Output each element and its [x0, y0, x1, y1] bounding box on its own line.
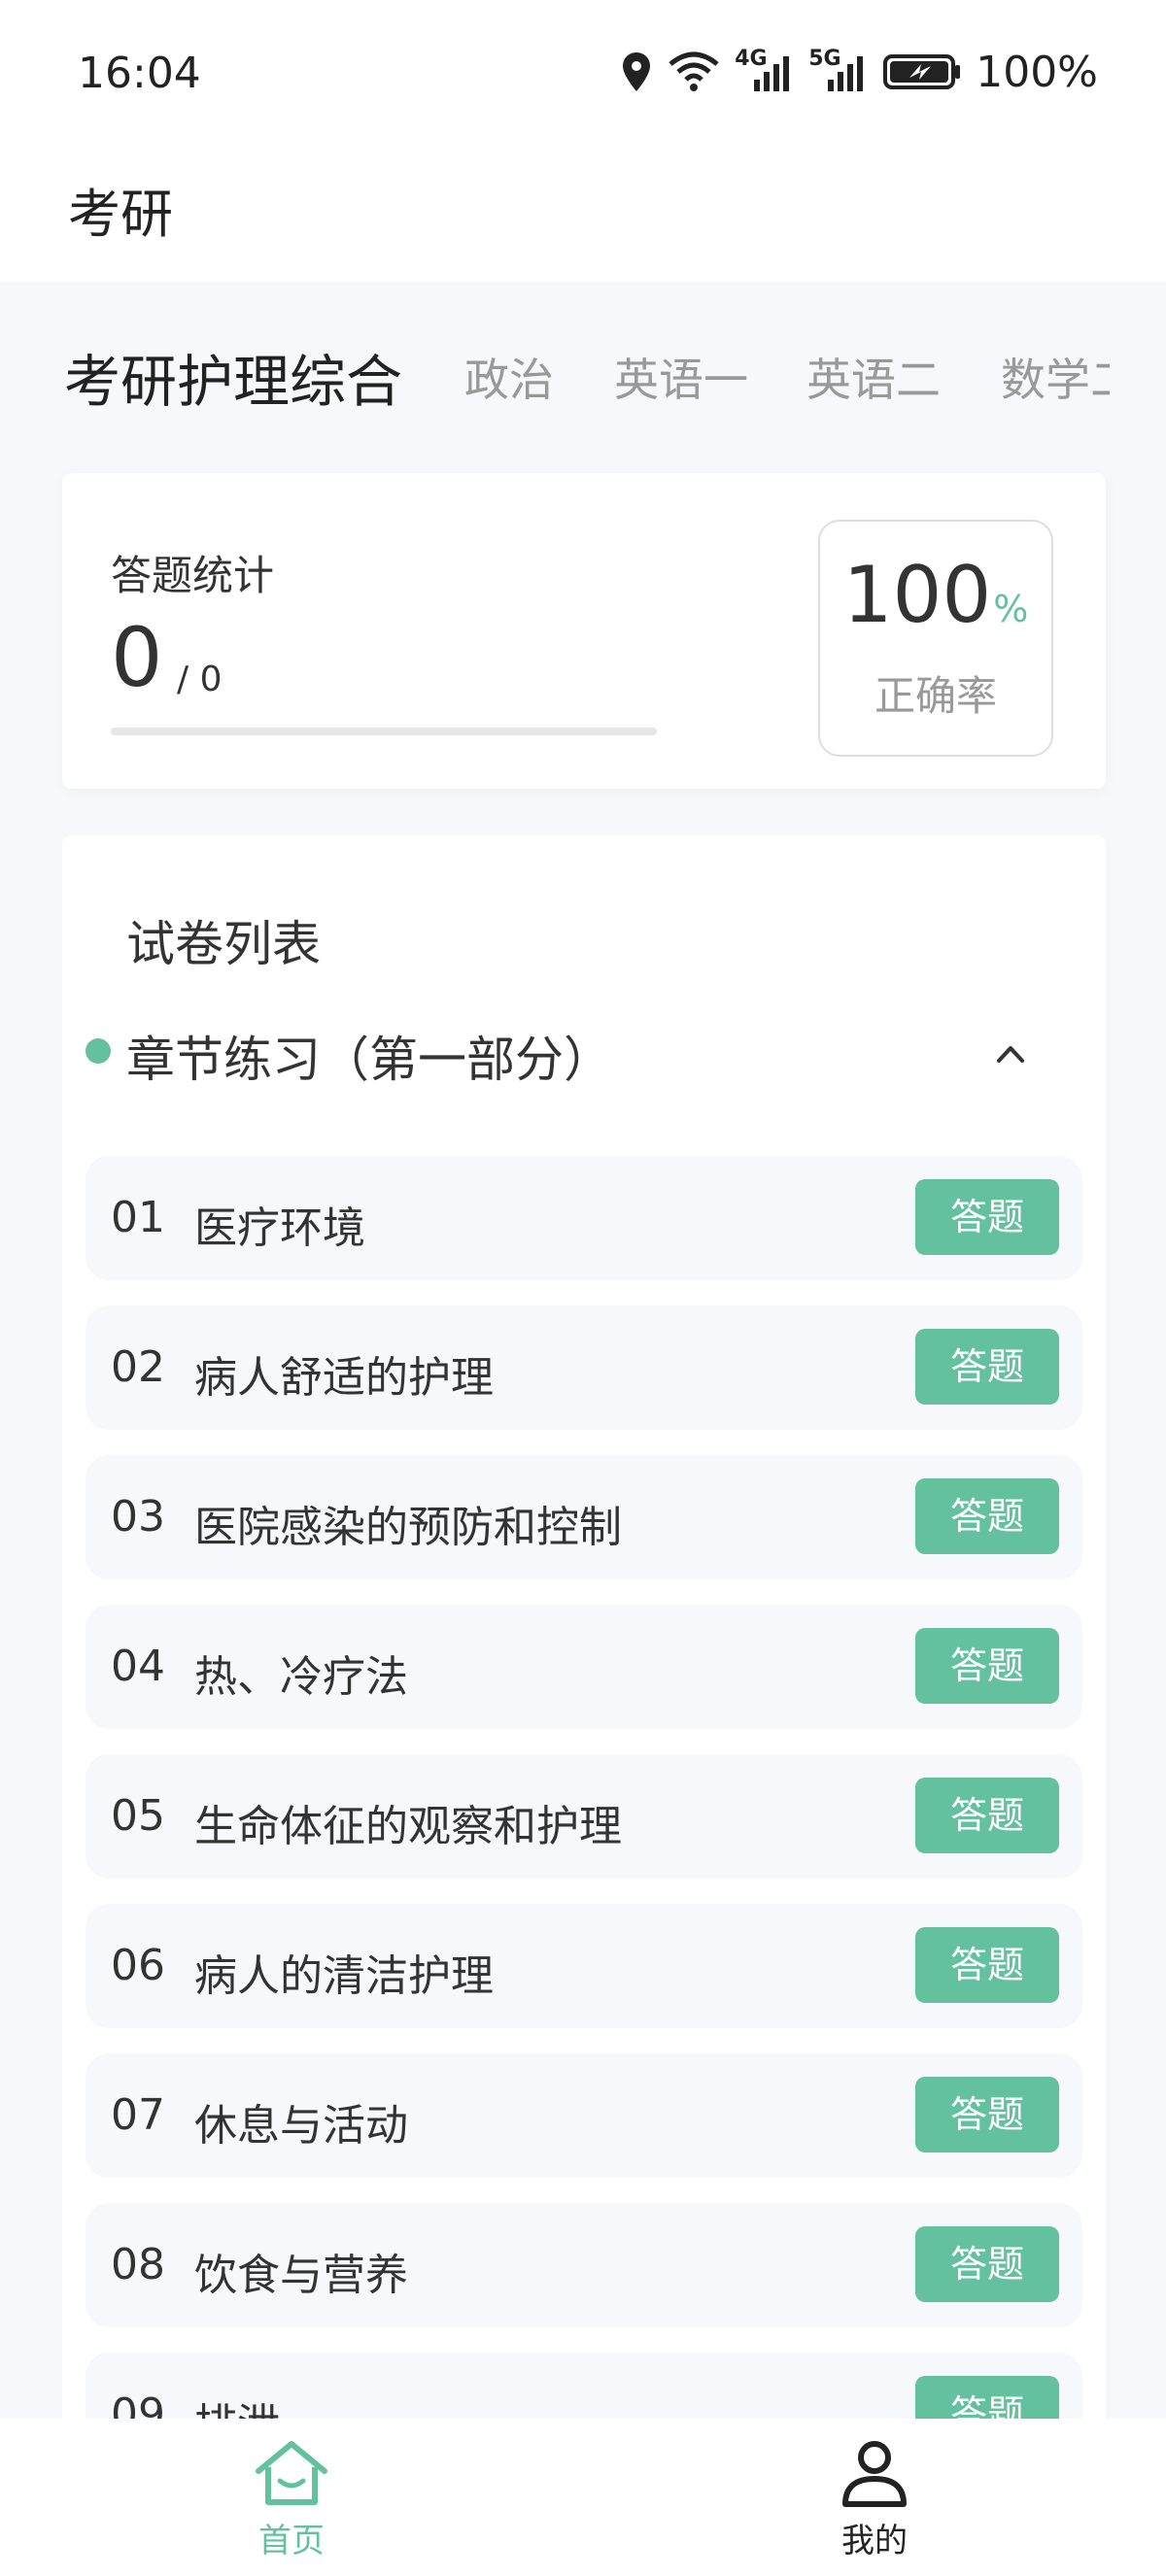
signal-4g-icon: 4G	[735, 47, 795, 93]
paper-list-title: 试卷列表	[126, 916, 321, 972]
chapter-name: 医疗环境	[194, 1203, 365, 1253]
chapter-item[interactable]: 02 病人舒适的护理 答题	[86, 1305, 1082, 1430]
tab-math-2[interactable]: 数学二	[1001, 345, 1110, 409]
signal-5g-icon: 5G	[808, 47, 869, 93]
chapter-item[interactable]: 01 医疗环境 答题	[86, 1156, 1082, 1280]
accuracy-box: 100% 正确率	[818, 520, 1053, 757]
status-icons: 4G 5G 100%	[620, 43, 1098, 101]
section-header[interactable]: 章节练习（第一部分）	[86, 1005, 1082, 1102]
network-4g-label: 4G	[735, 47, 768, 71]
stats-card: 答题统计 0 / 0 100% 正确率	[62, 473, 1106, 789]
total-count: / 0	[177, 660, 223, 699]
chapter-number: 02	[111, 1342, 165, 1392]
answer-button[interactable]: 答题	[915, 1179, 1059, 1255]
location-icon	[620, 51, 653, 93]
accuracy-value: 100%	[820, 557, 1051, 634]
chevron-up-icon[interactable]	[991, 1034, 1030, 1073]
chapter-number: 03	[111, 1492, 165, 1542]
answer-button[interactable]: 答题	[915, 1927, 1059, 2003]
tab-politics[interactable]: 政治	[464, 345, 554, 409]
chapter-name: 饮食与营养	[194, 2251, 408, 2300]
battery-percentage: 100%	[976, 47, 1098, 97]
chapter-name: 生命体征的观察和护理	[194, 1802, 622, 1851]
network-5g-label: 5G	[808, 47, 841, 71]
status-bar: 16:04 4G 5G 100%	[0, 0, 1166, 146]
chapter-item[interactable]: 07 休息与活动 答题	[86, 2053, 1082, 2178]
section-title: 章节练习（第一部分）	[126, 1032, 612, 1088]
answer-button[interactable]: 答题	[915, 2077, 1059, 2152]
home-icon	[194, 2438, 389, 2512]
page-title: 考研	[68, 184, 173, 245]
accuracy-unit: %	[993, 588, 1029, 630]
chapter-list: 01 医疗环境 答题 02 病人舒适的护理 答题 03 医院感染的预防和控制 答…	[86, 1156, 1082, 2502]
answer-button[interactable]: 答题	[915, 1329, 1059, 1405]
chapter-number: 06	[111, 1941, 165, 1990]
stats-label: 答题统计	[111, 552, 275, 599]
chapter-name: 病人舒适的护理	[194, 1353, 494, 1403]
section-dot	[86, 1038, 111, 1064]
answer-button[interactable]: 答题	[915, 1478, 1059, 1554]
chapter-number: 05	[111, 1791, 165, 1841]
answer-button[interactable]: 答题	[915, 1778, 1059, 1853]
chapter-number: 04	[111, 1642, 165, 1691]
chapter-item[interactable]: 05 生命体征的观察和护理 答题	[86, 1754, 1082, 1879]
answer-button[interactable]: 答题	[915, 2226, 1059, 2302]
chapter-name: 热、冷疗法	[194, 1652, 408, 1702]
chapter-item[interactable]: 04 热、冷疗法 答题	[86, 1605, 1082, 1729]
nav-home-label: 首页	[258, 2522, 325, 2560]
subject-tabs: 考研护理综合 政治 英语一 英语二 数学二	[0, 282, 1166, 476]
paper-list-panel: 试卷列表 章节练习（第一部分） 01 医疗环境 答题 02 病人舒适的护理 答题…	[62, 835, 1106, 2576]
chapter-number: 01	[111, 1193, 165, 1242]
app-header: 考研	[0, 146, 1166, 282]
chapter-item[interactable]: 08 饮食与营养 答题	[86, 2203, 1082, 2327]
progress-bar	[111, 728, 657, 735]
chapter-name: 休息与活动	[194, 2101, 408, 2151]
answer-button[interactable]: 答题	[915, 1628, 1059, 1704]
nav-mine[interactable]: 我的	[777, 2438, 972, 2561]
tab-english-2[interactable]: 英语二	[806, 345, 941, 409]
chapter-number: 08	[111, 2240, 165, 2289]
bottom-nav: 首页 我的	[0, 2419, 1166, 2576]
accuracy-label: 正确率	[874, 672, 997, 720]
battery-icon	[882, 51, 962, 93]
chapter-name: 病人的清洁护理	[194, 1951, 494, 2001]
accuracy-number: 100	[842, 550, 992, 640]
tab-english-1[interactable]: 英语一	[614, 345, 748, 409]
nav-mine-label: 我的	[841, 2522, 908, 2560]
tab-nursing[interactable]: 考研护理综合	[64, 336, 402, 418]
user-icon	[777, 2438, 972, 2512]
answered-count: 0	[111, 610, 163, 705]
wifi-icon	[667, 51, 721, 93]
status-time: 16:04	[78, 49, 201, 98]
chapter-item[interactable]: 06 病人的清洁护理 答题	[86, 1904, 1082, 2028]
nav-home[interactable]: 首页	[194, 2438, 389, 2561]
chapter-name: 医院感染的预防和控制	[194, 1503, 622, 1552]
chapter-item[interactable]: 03 医院感染的预防和控制 答题	[86, 1455, 1082, 1579]
chapter-number: 07	[111, 2090, 165, 2140]
